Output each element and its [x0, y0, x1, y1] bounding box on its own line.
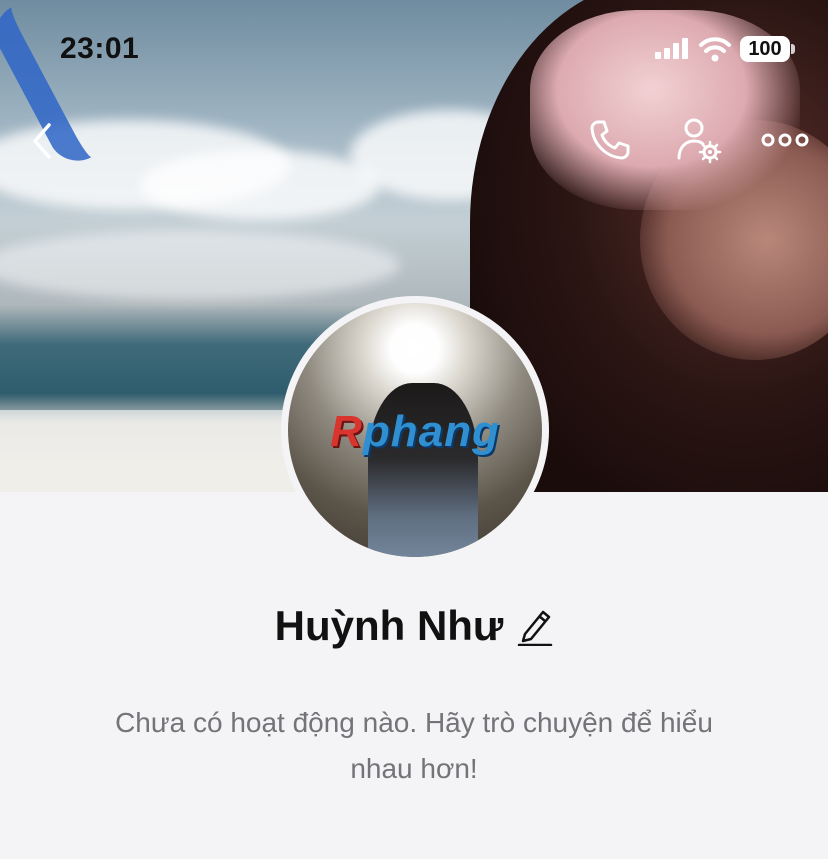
avatar[interactable]: Rphang: [288, 303, 542, 557]
status-time: 23:01: [60, 32, 140, 65]
cellular-signal-icon: [655, 38, 688, 59]
avatar-frame: Rphang: [281, 296, 549, 564]
pencil-icon: [518, 610, 553, 646]
avatar-watermark: Rphang: [298, 407, 532, 457]
name-row: Huỳnh Như: [0, 602, 828, 650]
phone-icon: [590, 120, 630, 160]
watermark-letter-r: R: [330, 407, 363, 456]
status-bar: 23:01 100: [0, 0, 828, 100]
battery-tip: [791, 44, 795, 54]
watermark-text: phang: [362, 407, 500, 456]
battery-indicator: 100: [740, 36, 790, 62]
empty-activity-message: Chưa có hoạt động nào. Hãy trò chuyện để…: [115, 707, 713, 784]
profile-name: Huỳnh Như: [274, 602, 504, 649]
profile-settings-button[interactable]: [674, 114, 724, 166]
call-button[interactable]: [584, 114, 636, 166]
chevron-left-icon: [33, 123, 51, 159]
wifi-icon: [699, 37, 731, 62]
user-gear-icon: [677, 118, 722, 164]
back-button[interactable]: [20, 116, 64, 166]
edit-name-button[interactable]: [517, 606, 553, 646]
ellipsis-icon: [761, 133, 809, 147]
more-button[interactable]: [758, 122, 812, 158]
